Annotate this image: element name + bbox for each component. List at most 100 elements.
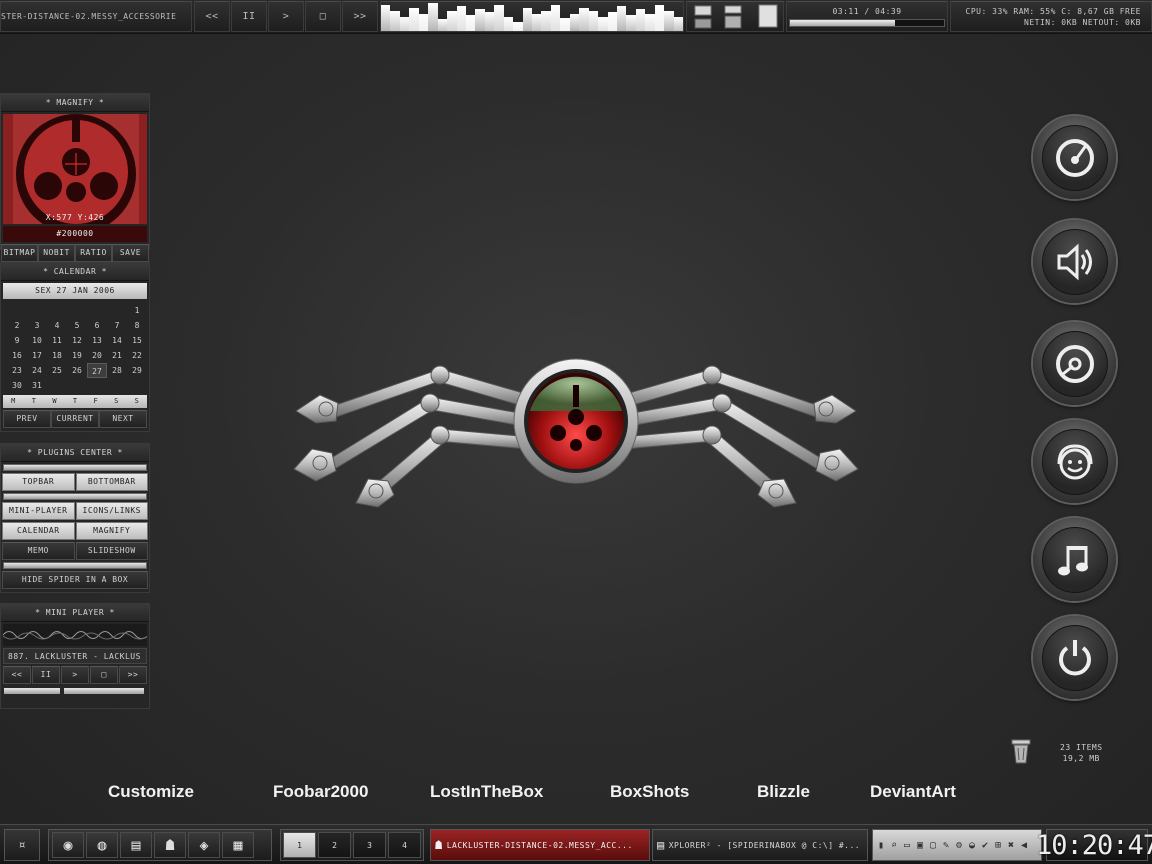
calendar-day[interactable]: 30 [7,378,27,393]
calendar-day[interactable]: 3 [27,318,47,333]
tray-shield-icon[interactable]: ◒ [966,837,978,853]
shortcut-boxshots[interactable]: BoxShots [610,782,689,802]
cd-dock-button[interactable] [1033,322,1116,405]
tray-window-icon[interactable]: ▢ [927,837,939,853]
prev-month-button[interactable]: PREV [3,410,51,428]
calendar-day[interactable]: 31 [27,378,47,393]
mini-next-button[interactable]: >> [119,666,147,684]
tray-network-icon[interactable]: ⊞ [992,837,1004,853]
slideshow-toggle-button[interactable]: SLIDESHOW [75,542,148,560]
calendar-day[interactable]: 20 [87,348,107,363]
tray-app-icon[interactable]: ▮ [875,837,887,853]
ratio-button[interactable]: RATIO [75,244,112,262]
tray-volume-icon[interactable]: ◀ [1018,837,1030,853]
bitmap-button[interactable]: BITMAP [1,244,38,262]
mini-seek-slider[interactable] [4,688,60,694]
calendar-day[interactable]: 11 [47,333,67,348]
nobit-button[interactable]: NOBIT [38,244,75,262]
calendar-day[interactable]: 10 [27,333,47,348]
calendar-day[interactable]: 24 [27,363,47,378]
calendar-day[interactable]: 22 [127,348,147,363]
calendar-day[interactable]: 9 [7,333,27,348]
shortcut-deviantart[interactable]: DeviantArt [870,782,956,802]
volume-dock-button[interactable] [1033,220,1116,303]
tray-check-icon[interactable]: ✔ [979,837,991,853]
desktop-1-button[interactable]: 1 [283,832,316,858]
task-foobar[interactable]: ☗ LACKLUSTER-DISTANCE-02.MESSY_ACC... [430,829,650,861]
shortcut-lostinthebox[interactable]: LostInTheBox [430,782,543,802]
calendar-day[interactable]: 27 [87,363,107,378]
mini-prev-button[interactable]: << [3,666,31,684]
memo-toggle-button[interactable]: MEMO [2,542,75,560]
calendar-day[interactable]: 19 [67,348,87,363]
calendar-day[interactable]: 13 [87,333,107,348]
trash-icon[interactable] [1010,737,1032,765]
calendar-day[interactable]: 26 [67,363,87,378]
calendar-day[interactable]: 6 [87,318,107,333]
calendar-day[interactable]: 12 [67,333,87,348]
calendar-day[interactable]: 1 [127,303,147,318]
calendar-toggle-button[interactable]: CALENDAR [2,522,75,540]
current-month-button[interactable]: CURRENT [51,410,99,428]
magnify-toggle-button[interactable]: MAGNIFY [75,522,148,540]
calendar-day[interactable]: 28 [107,363,127,378]
tray-close-icon[interactable]: ✖ [1005,837,1017,853]
alien-icon[interactable]: ☗ [154,832,186,858]
play-button[interactable]: > [268,1,304,32]
eye-icon[interactable]: ◈ [188,832,220,858]
power-dock-button[interactable] [1033,616,1116,699]
topbar-toggle-button[interactable]: TOPBAR [2,473,75,491]
save-button[interactable]: SAVE [112,244,149,262]
tray-search-icon[interactable]: ⌕ [888,837,900,853]
next-button[interactable]: >> [342,1,378,32]
hide-spider-button[interactable]: HIDE SPIDER IN A BOX [2,571,148,589]
calendar-day[interactable]: 17 [27,348,47,363]
pause-button[interactable]: II [231,1,267,32]
calendar-day[interactable]: 8 [127,318,147,333]
calendar-day[interactable]: 15 [127,333,147,348]
next-month-button[interactable]: NEXT [99,410,147,428]
start-button[interactable]: ¤ [4,829,40,861]
prev-button[interactable]: << [194,1,230,32]
calendar-day[interactable]: 2 [7,318,27,333]
shortcut-customize[interactable]: Customize [108,782,194,802]
document-icon[interactable]: ▦ [222,832,254,858]
calendar-day[interactable]: 4 [47,318,67,333]
desktop-3-button[interactable]: 3 [353,832,386,858]
firefox-icon[interactable]: ◉ [52,832,84,858]
desktop-4-button[interactable]: 4 [388,832,421,858]
music-dock-button[interactable] [1033,518,1116,601]
calendar-day[interactable]: 14 [107,333,127,348]
tray-folder-icon[interactable]: ▭ [901,837,913,853]
bottombar-toggle-button[interactable]: BOTTOMBAR [75,473,148,491]
calendar-day[interactable]: 29 [127,363,147,378]
icons-links-toggle-button[interactable]: ICONS/LINKS [75,502,148,520]
globe-icon[interactable]: ◍ [86,832,118,858]
mini-player-toggle-button[interactable]: MINI-PLAYER [2,502,75,520]
stop-button[interactable]: □ [305,1,341,32]
calendar-day[interactable]: 16 [7,348,27,363]
calendar-day[interactable]: 18 [47,348,67,363]
calendar-day[interactable]: 23 [7,363,27,378]
track-progress-bar[interactable] [789,18,945,27]
turntable-dock-button[interactable] [1033,116,1116,199]
mini-play-button[interactable]: > [61,666,89,684]
calendar-day[interactable]: 5 [67,318,87,333]
explorer-icon[interactable]: ▤ [120,832,152,858]
calendar-day[interactable]: 7 [107,318,127,333]
calendar-day[interactable]: 25 [47,363,67,378]
smiley-dock-button[interactable] [1033,420,1116,503]
tray-gear-icon[interactable]: ⚙ [953,837,965,853]
volume-controls[interactable] [686,1,784,32]
shortcut-foobar2000[interactable]: Foobar2000 [273,782,368,802]
mini-pause-button[interactable]: II [32,666,60,684]
task-xplorer[interactable]: ▤ XPLORER² - [SPIDERINABOX @ C:\] #... [652,829,868,861]
taskbar: ¤ ◉ ◍ ▤ ☗ ◈ ▦ 1 2 3 4 ☗ LACKLUSTER-DISTA… [0,824,1152,864]
shortcut-blizzle[interactable]: Blizzle [757,782,810,802]
mini-volume-slider[interactable] [64,688,144,694]
desktop-2-button[interactable]: 2 [318,832,351,858]
tray-pencil-icon[interactable]: ✎ [940,837,952,853]
tray-monitor-icon[interactable]: ▣ [914,837,926,853]
calendar-day[interactable]: 21 [107,348,127,363]
mini-stop-button[interactable]: □ [90,666,118,684]
